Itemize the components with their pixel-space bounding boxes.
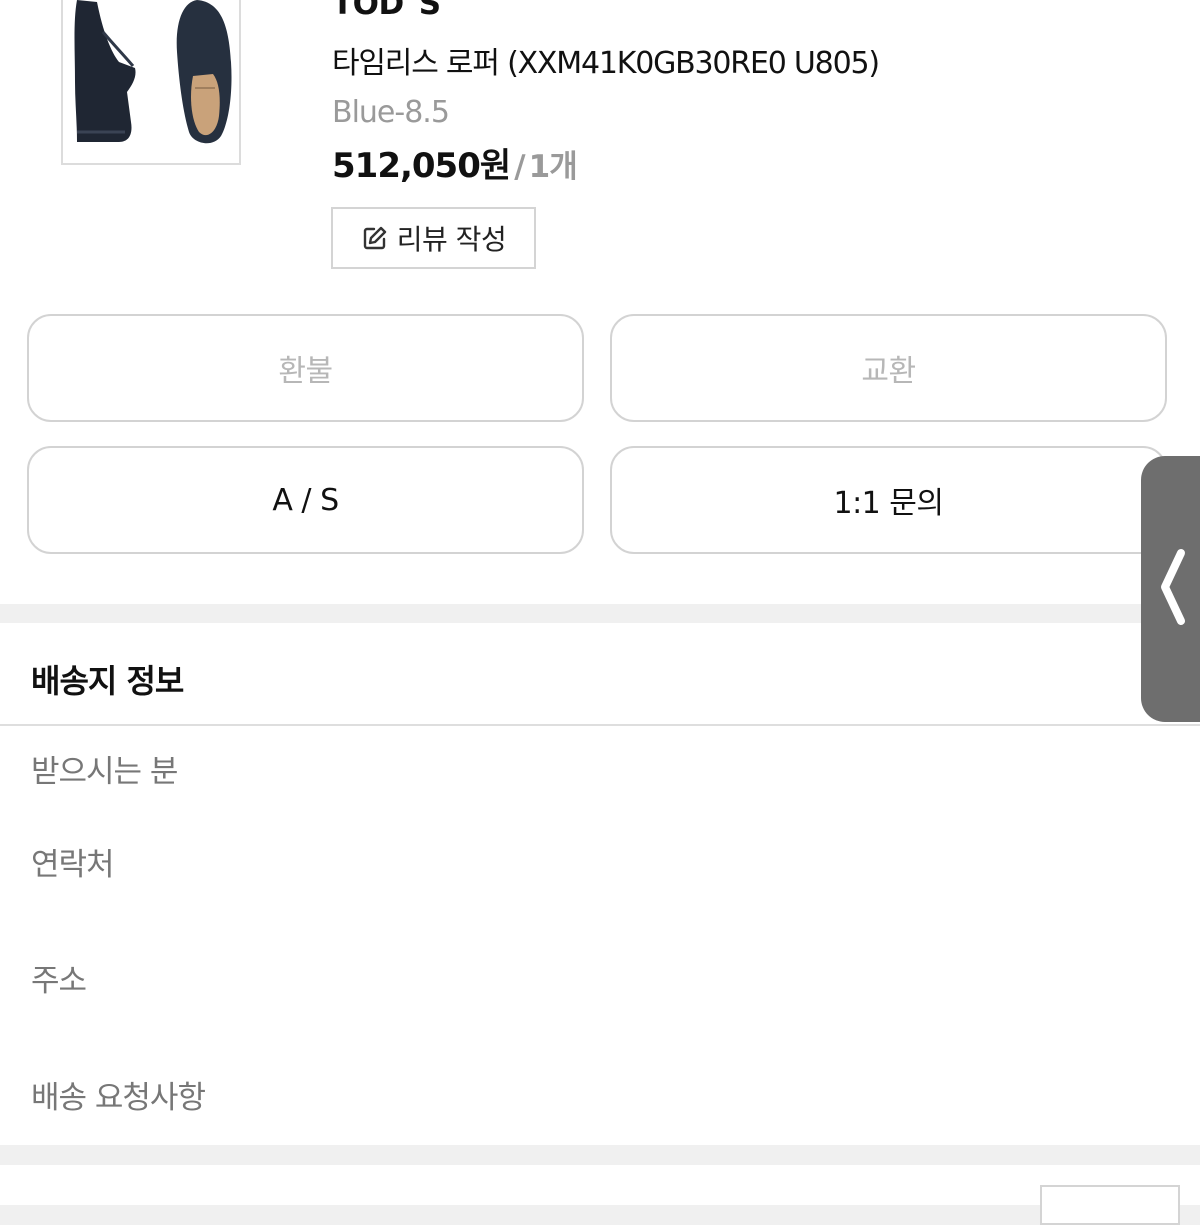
contact-label: 연락처 [31, 847, 115, 883]
next-section [0, 1165, 1200, 1225]
side-drawer-tab[interactable] [1141, 456, 1200, 722]
next-section-button[interactable] [1040, 1185, 1180, 1225]
one-to-one-inquiry-button[interactable]: 1:1 문의 [610, 446, 1167, 554]
order-item-card: TOD`S 타임리스 로퍼 (XXM41K0GB30RE0 U805) Blue… [0, 0, 1200, 604]
after-service-button[interactable]: A / S [27, 446, 584, 554]
loafer-shoes-image [63, 0, 239, 163]
price-separator: / [514, 149, 525, 185]
exchange-button[interactable]: 교환 [610, 314, 1167, 422]
write-review-button[interactable]: 리뷰 작성 [331, 207, 536, 269]
product-name[interactable]: 타임리스 로퍼 (XXM41K0GB30RE0 U805) [332, 42, 880, 86]
product-price: 512,050원 [332, 146, 511, 186]
address-label: 주소 [31, 963, 87, 999]
product-option: Blue-8.5 [332, 95, 450, 130]
section-divider [0, 724, 1200, 726]
product-brand: TOD`S [332, 0, 441, 22]
delivery-request-label: 배송 요청사항 [31, 1080, 206, 1116]
shipping-info-section: 배송지 정보 받으시는 분 연락처 주소 배송 요청사항 [0, 623, 1200, 1145]
product-quantity: 1개 [528, 149, 578, 185]
edit-icon [361, 224, 389, 252]
chevron-left-icon [1155, 547, 1189, 631]
recipient-label: 받으시는 분 [31, 754, 178, 790]
shipping-info-title: 배송지 정보 [31, 662, 184, 700]
price-row: 512,050원 / 1개 [332, 143, 578, 195]
refund-button[interactable]: 환불 [27, 314, 584, 422]
product-thumbnail[interactable] [61, 0, 241, 165]
write-review-label: 리뷰 작성 [396, 223, 507, 256]
